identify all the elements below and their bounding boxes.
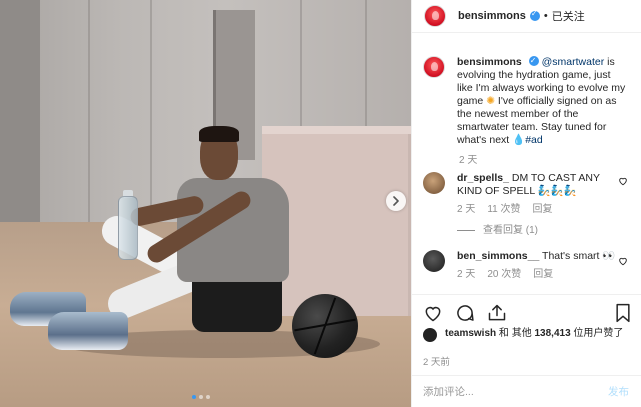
comment-likes-link[interactable]: 11 次赞 <box>487 203 520 216</box>
comment-time: 2 天 <box>457 269 476 280</box>
comment-like-heart-icon[interactable] <box>618 176 629 189</box>
water-bottle <box>118 196 138 260</box>
caption-text: bensimmons @smartwater is evolving the h… <box>457 54 627 147</box>
share-icon <box>488 304 506 320</box>
carousel-dot <box>199 395 203 399</box>
person-sneaker <box>48 312 128 350</box>
avatar[interactable] <box>423 328 437 342</box>
caption-hashtag-link[interactable]: #ad <box>525 134 543 146</box>
likes-count-link[interactable]: 138,413 <box>534 328 570 339</box>
person-hair <box>199 126 239 142</box>
caption-mention-link[interactable]: @smartwater <box>542 56 605 68</box>
view-replies-line <box>457 230 475 231</box>
post-photo[interactable] <box>0 0 411 407</box>
comment-body: ben_simmons__ That's smart 👀 2 天 20 次赞 回… <box>457 250 619 281</box>
comment-item: dr_spells_ DM TO CAST ANY KIND OF SPELL … <box>423 172 637 237</box>
comment-button[interactable] <box>453 301 477 325</box>
avatar[interactable] <box>424 5 446 27</box>
likes-connector: 和 其他 <box>496 328 535 339</box>
view-replies-button[interactable]: 查看回复 (1) <box>457 224 619 237</box>
comment-meta: 2 天 20 次赞 回复 <box>457 268 619 281</box>
comment-username[interactable]: dr_spells_ <box>457 172 509 184</box>
chevron-right-icon <box>393 196 399 206</box>
photo-stone-wall <box>0 0 40 222</box>
photo-wall-seam <box>88 0 90 222</box>
carousel-dot <box>206 395 210 399</box>
comment-emoji: 👀 <box>602 250 616 262</box>
avatar[interactable] <box>423 172 445 194</box>
comment-username[interactable]: ben_simmons__ <box>457 250 539 262</box>
carousel-next-button[interactable] <box>386 191 406 211</box>
comment-input[interactable] <box>423 385 608 398</box>
comment-time: 2 天 <box>457 204 476 215</box>
comment-text: That's smart <box>542 250 603 262</box>
comment-reply-button[interactable]: 回复 <box>533 203 553 216</box>
avatar[interactable] <box>423 56 445 78</box>
follow-separator: • <box>543 10 548 22</box>
post-caption: bensimmons @smartwater is evolving the h… <box>423 54 633 147</box>
likes-suffix: 位用户赞了 <box>570 328 624 339</box>
caption-username[interactable]: bensimmons <box>457 56 522 68</box>
carousel-dot <box>192 395 196 399</box>
likes-text: teamswish 和 其他 138,413 位用户赞了 <box>445 327 623 342</box>
post-action-bar <box>411 294 641 330</box>
comment-like-heart-icon[interactable] <box>618 256 629 269</box>
bookmark-icon <box>616 303 630 322</box>
comment-meta: 2 天 11 次赞 回复 <box>457 203 619 216</box>
save-button[interactable] <box>611 301 635 325</box>
likes-summary: teamswish 和 其他 138,413 位用户赞了 <box>423 327 633 342</box>
comment-reply-button[interactable]: 回复 <box>533 268 553 281</box>
comment-emoji: 🧞🧞🧞 <box>537 185 577 197</box>
verified-badge-icon <box>529 9 540 21</box>
share-button[interactable] <box>485 301 509 325</box>
post-header: bensimmons • 已关注 <box>412 0 641 33</box>
comment-likes-link[interactable]: 20 次赞 <box>487 268 521 281</box>
carousel-indicator <box>192 395 210 399</box>
follow-status-button[interactable]: 已关注 <box>552 8 585 24</box>
post-comment-button[interactable]: 发布 <box>608 384 629 399</box>
caption-emoji: ✺ <box>486 95 495 107</box>
add-comment-bar: 发布 <box>411 375 641 407</box>
view-replies-label: 查看回复 (1) <box>483 225 538 236</box>
likes-username[interactable]: teamswish <box>445 328 496 339</box>
heart-icon <box>425 306 441 321</box>
avatar[interactable] <box>423 250 445 272</box>
post-timestamp: 2 天前 <box>423 357 450 368</box>
photo-wall-seam <box>150 0 152 222</box>
comment-body: dr_spells_ DM TO CAST ANY KIND OF SPELL … <box>457 172 619 237</box>
header-username[interactable]: bensimmons <box>458 10 526 22</box>
caption-emoji: 💧 <box>512 134 526 146</box>
caption-time: 2 天 <box>459 155 478 166</box>
like-button[interactable] <box>421 301 445 325</box>
comment-icon <box>457 304 474 321</box>
verified-badge-icon <box>528 54 539 67</box>
photo-concrete-block-top <box>262 126 411 134</box>
comment-item: ben_simmons__ That's smart 👀 2 天 20 次赞 回… <box>423 250 637 281</box>
